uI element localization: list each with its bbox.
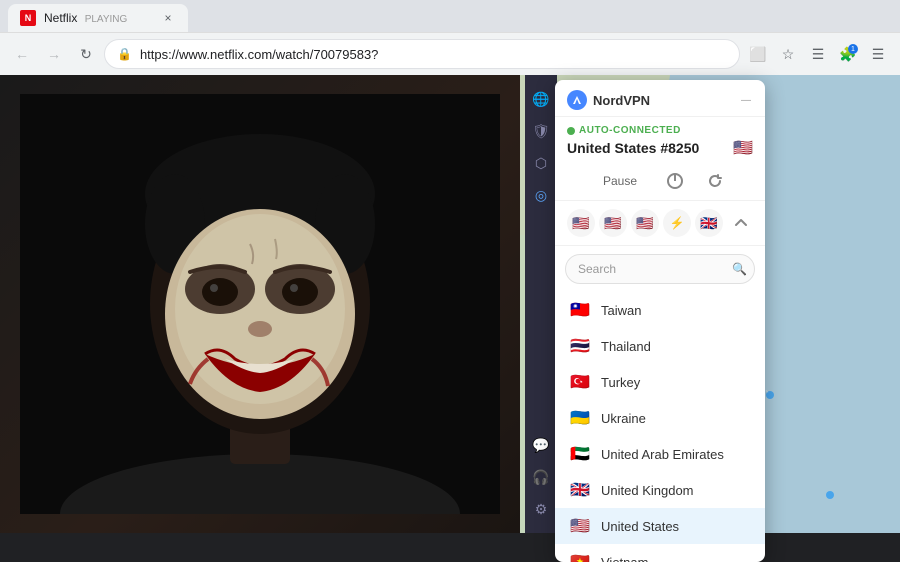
list-item[interactable]: 🇻🇳 Vietnam bbox=[555, 544, 765, 562]
search-input[interactable] bbox=[565, 254, 755, 284]
list-item[interactable]: 🇹🇭 Thailand bbox=[555, 328, 765, 364]
taiwan-label: Taiwan bbox=[601, 303, 641, 318]
bookmark-button[interactable]: ☆ bbox=[774, 40, 802, 68]
list-item[interactable]: 🇦🇪 United Arab Emirates bbox=[555, 436, 765, 472]
vietnam-flag: 🇻🇳 bbox=[569, 551, 591, 562]
quick-icon-us-3[interactable]: 🇺🇸 bbox=[631, 209, 659, 237]
panel-header: NordVPN — bbox=[555, 80, 765, 117]
list-item[interactable]: 🇹🇼 Taiwan bbox=[555, 292, 765, 328]
ukraine-flag: 🇺🇦 bbox=[569, 407, 591, 429]
firefox-account-button[interactable]: ☰ bbox=[804, 40, 832, 68]
toolbar-right-buttons: ⬜ ☆ ☰ 🧩 1 ☰ bbox=[744, 40, 892, 68]
us-label: United States bbox=[601, 519, 679, 534]
refresh-icon bbox=[706, 172, 724, 190]
address-bar[interactable]: 🔒 https://www.netflix.com/watch/70079583… bbox=[104, 39, 740, 69]
action-buttons: Pause bbox=[555, 162, 765, 201]
quick-icon-us-1[interactable]: 🇺🇸 bbox=[567, 209, 595, 237]
uk-label: United Kingdom bbox=[601, 483, 694, 498]
list-item[interactable]: 🇺🇦 Ukraine bbox=[555, 400, 765, 436]
nordvpn-logo bbox=[567, 90, 587, 110]
forward-button[interactable]: → bbox=[40, 40, 68, 68]
sidebar-target-icon[interactable]: ◎ bbox=[529, 183, 553, 207]
extensions-button[interactable]: 🧩 1 bbox=[834, 40, 862, 68]
uae-flag: 🇦🇪 bbox=[569, 443, 591, 465]
taiwan-flag: 🇹🇼 bbox=[569, 299, 591, 321]
tab-favicon: N bbox=[20, 10, 36, 26]
menu-button[interactable]: ☰ bbox=[864, 40, 892, 68]
connection-server-name: United States #8250 🇺🇸 bbox=[567, 138, 753, 158]
security-icon: 🔒 bbox=[117, 47, 132, 61]
browser-chrome: N Netflix PLAYING × ← → ↻ 🔒 https://www.… bbox=[0, 0, 900, 75]
power-button[interactable] bbox=[665, 171, 685, 191]
url-display: https://www.netflix.com/watch/70079583? bbox=[140, 47, 727, 62]
screenshot-button[interactable]: ⬜ bbox=[744, 40, 772, 68]
chevron-up-icon bbox=[733, 215, 749, 231]
list-item[interactable]: 🇬🇧 United Kingdom bbox=[555, 472, 765, 508]
power-icon bbox=[665, 171, 685, 191]
us-flag: 🇺🇸 bbox=[569, 515, 591, 537]
quick-icon-lightning[interactable]: ⚡ bbox=[663, 209, 691, 237]
connection-flag: 🇺🇸 bbox=[733, 138, 753, 158]
quick-icons-row: 🇺🇸 🇺🇸 🇺🇸 ⚡ 🇬🇧 bbox=[555, 201, 765, 246]
joker-face bbox=[0, 75, 520, 533]
joker-illustration bbox=[20, 94, 500, 514]
ukraine-label: Ukraine bbox=[601, 411, 646, 426]
uk-flag: 🇬🇧 bbox=[569, 479, 591, 501]
sidebar-chat-icon[interactable]: 💬 bbox=[529, 433, 553, 457]
extension-badge: 1 bbox=[848, 44, 858, 54]
refresh-button[interactable] bbox=[705, 171, 725, 191]
country-list: 🇹🇼 Taiwan 🇹🇭 Thailand 🇹🇷 Turkey 🇺🇦 Ukrai… bbox=[555, 292, 765, 562]
pause-button[interactable]: Pause bbox=[595, 170, 645, 192]
list-item[interactable]: 🇹🇷 Turkey bbox=[555, 364, 765, 400]
browser-toolbar: ← → ↻ 🔒 https://www.netflix.com/watch/70… bbox=[0, 32, 900, 75]
uae-label: United Arab Emirates bbox=[601, 447, 724, 462]
panel-title: NordVPN bbox=[593, 93, 650, 108]
turkey-flag: 🇹🇷 bbox=[569, 371, 591, 393]
auto-connected-label: AUTO-CONNECTED bbox=[567, 125, 753, 136]
turkey-label: Turkey bbox=[601, 375, 640, 390]
connection-status: AUTO-CONNECTED United States #8250 🇺🇸 bbox=[555, 117, 765, 162]
tab-close-button[interactable]: × bbox=[160, 10, 176, 26]
list-item[interactable]: 🇺🇸 United States bbox=[555, 508, 765, 544]
nordvpn-panel: NordVPN — AUTO-CONNECTED United States #… bbox=[555, 80, 765, 562]
sidebar-nodes-icon[interactable]: ⬡ bbox=[529, 151, 553, 175]
search-bar: 🔍 bbox=[565, 254, 755, 284]
vietnam-label: Vietnam bbox=[601, 555, 648, 562]
sidebar-headset-icon[interactable]: 🎧 bbox=[529, 465, 553, 489]
reload-button[interactable]: ↻ bbox=[72, 40, 100, 68]
search-icon[interactable]: 🔍 bbox=[732, 262, 747, 276]
sidebar-globe-icon[interactable]: 🌐 bbox=[529, 87, 553, 111]
quick-icon-gb[interactable]: 🇬🇧 bbox=[695, 209, 723, 237]
sidebar-shield-icon[interactable]: 🛡 bbox=[529, 119, 553, 143]
quick-icons-expand-button[interactable] bbox=[729, 211, 753, 235]
connection-dot bbox=[567, 127, 575, 135]
back-button[interactable]: ← bbox=[8, 40, 36, 68]
nordvpn-sidebar: 🌐 🛡 ⬡ ◎ 💬 🎧 ⚙ bbox=[525, 75, 557, 533]
sidebar-settings-icon[interactable]: ⚙ bbox=[529, 497, 553, 521]
active-tab[interactable]: N Netflix PLAYING × bbox=[8, 4, 188, 32]
panel-minimize-button[interactable]: — bbox=[739, 93, 753, 107]
thailand-label: Thailand bbox=[601, 339, 651, 354]
tab-title: Netflix PLAYING bbox=[44, 11, 152, 25]
thailand-flag: 🇹🇭 bbox=[569, 335, 591, 357]
tab-bar: N Netflix PLAYING × bbox=[0, 0, 900, 32]
quick-icon-us-2[interactable]: 🇺🇸 bbox=[599, 209, 627, 237]
